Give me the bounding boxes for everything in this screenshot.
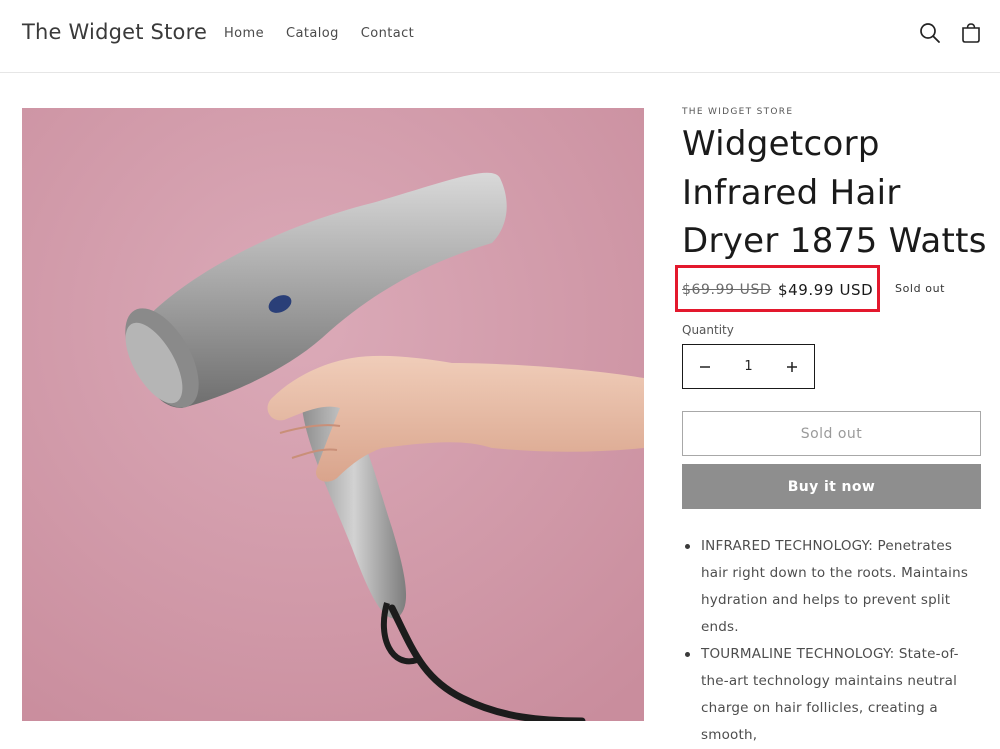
sold-out-badge: Sold out bbox=[895, 282, 946, 295]
nav-contact[interactable]: Contact bbox=[361, 26, 414, 41]
cart-icon[interactable] bbox=[960, 22, 982, 44]
buy-it-now-button[interactable]: Buy it now bbox=[682, 464, 981, 509]
main-nav: Home Catalog Contact bbox=[224, 26, 414, 41]
sale-price: $49.99 USD bbox=[778, 281, 874, 299]
product-vendor: THE WIDGET STORE bbox=[682, 107, 794, 117]
product-description: INFRARED TECHNOLOGY: Penetrates hair rig… bbox=[682, 533, 982, 749]
minus-icon bbox=[700, 365, 710, 368]
nav-home[interactable]: Home bbox=[224, 26, 264, 41]
description-item: TOURMALINE TECHNOLOGY: State-of-the-art … bbox=[682, 641, 982, 749]
quantity-label: Quantity bbox=[682, 323, 734, 337]
search-icon[interactable] bbox=[919, 22, 941, 44]
plus-icon bbox=[787, 361, 797, 372]
product-title: Widgetcorp Infrared Hair Dryer 1875 Watt… bbox=[682, 124, 987, 261]
quantity-stepper: 1 bbox=[682, 344, 815, 389]
site-header: The Widget Store Home Catalog Contact bbox=[0, 0, 1000, 73]
hair-dryer-photo bbox=[22, 108, 644, 721]
store-logo[interactable]: The Widget Store bbox=[22, 20, 207, 44]
quantity-decrease-button[interactable] bbox=[683, 345, 727, 388]
description-item: INFRARED TECHNOLOGY: Penetrates hair rig… bbox=[682, 533, 982, 641]
product-image[interactable] bbox=[22, 108, 644, 721]
quantity-increase-button[interactable] bbox=[770, 345, 814, 388]
regular-price: $69.99 USD bbox=[682, 282, 772, 298]
nav-catalog[interactable]: Catalog bbox=[286, 26, 339, 41]
quantity-input[interactable]: 1 bbox=[727, 345, 770, 388]
sold-out-button[interactable]: Sold out bbox=[682, 411, 981, 456]
